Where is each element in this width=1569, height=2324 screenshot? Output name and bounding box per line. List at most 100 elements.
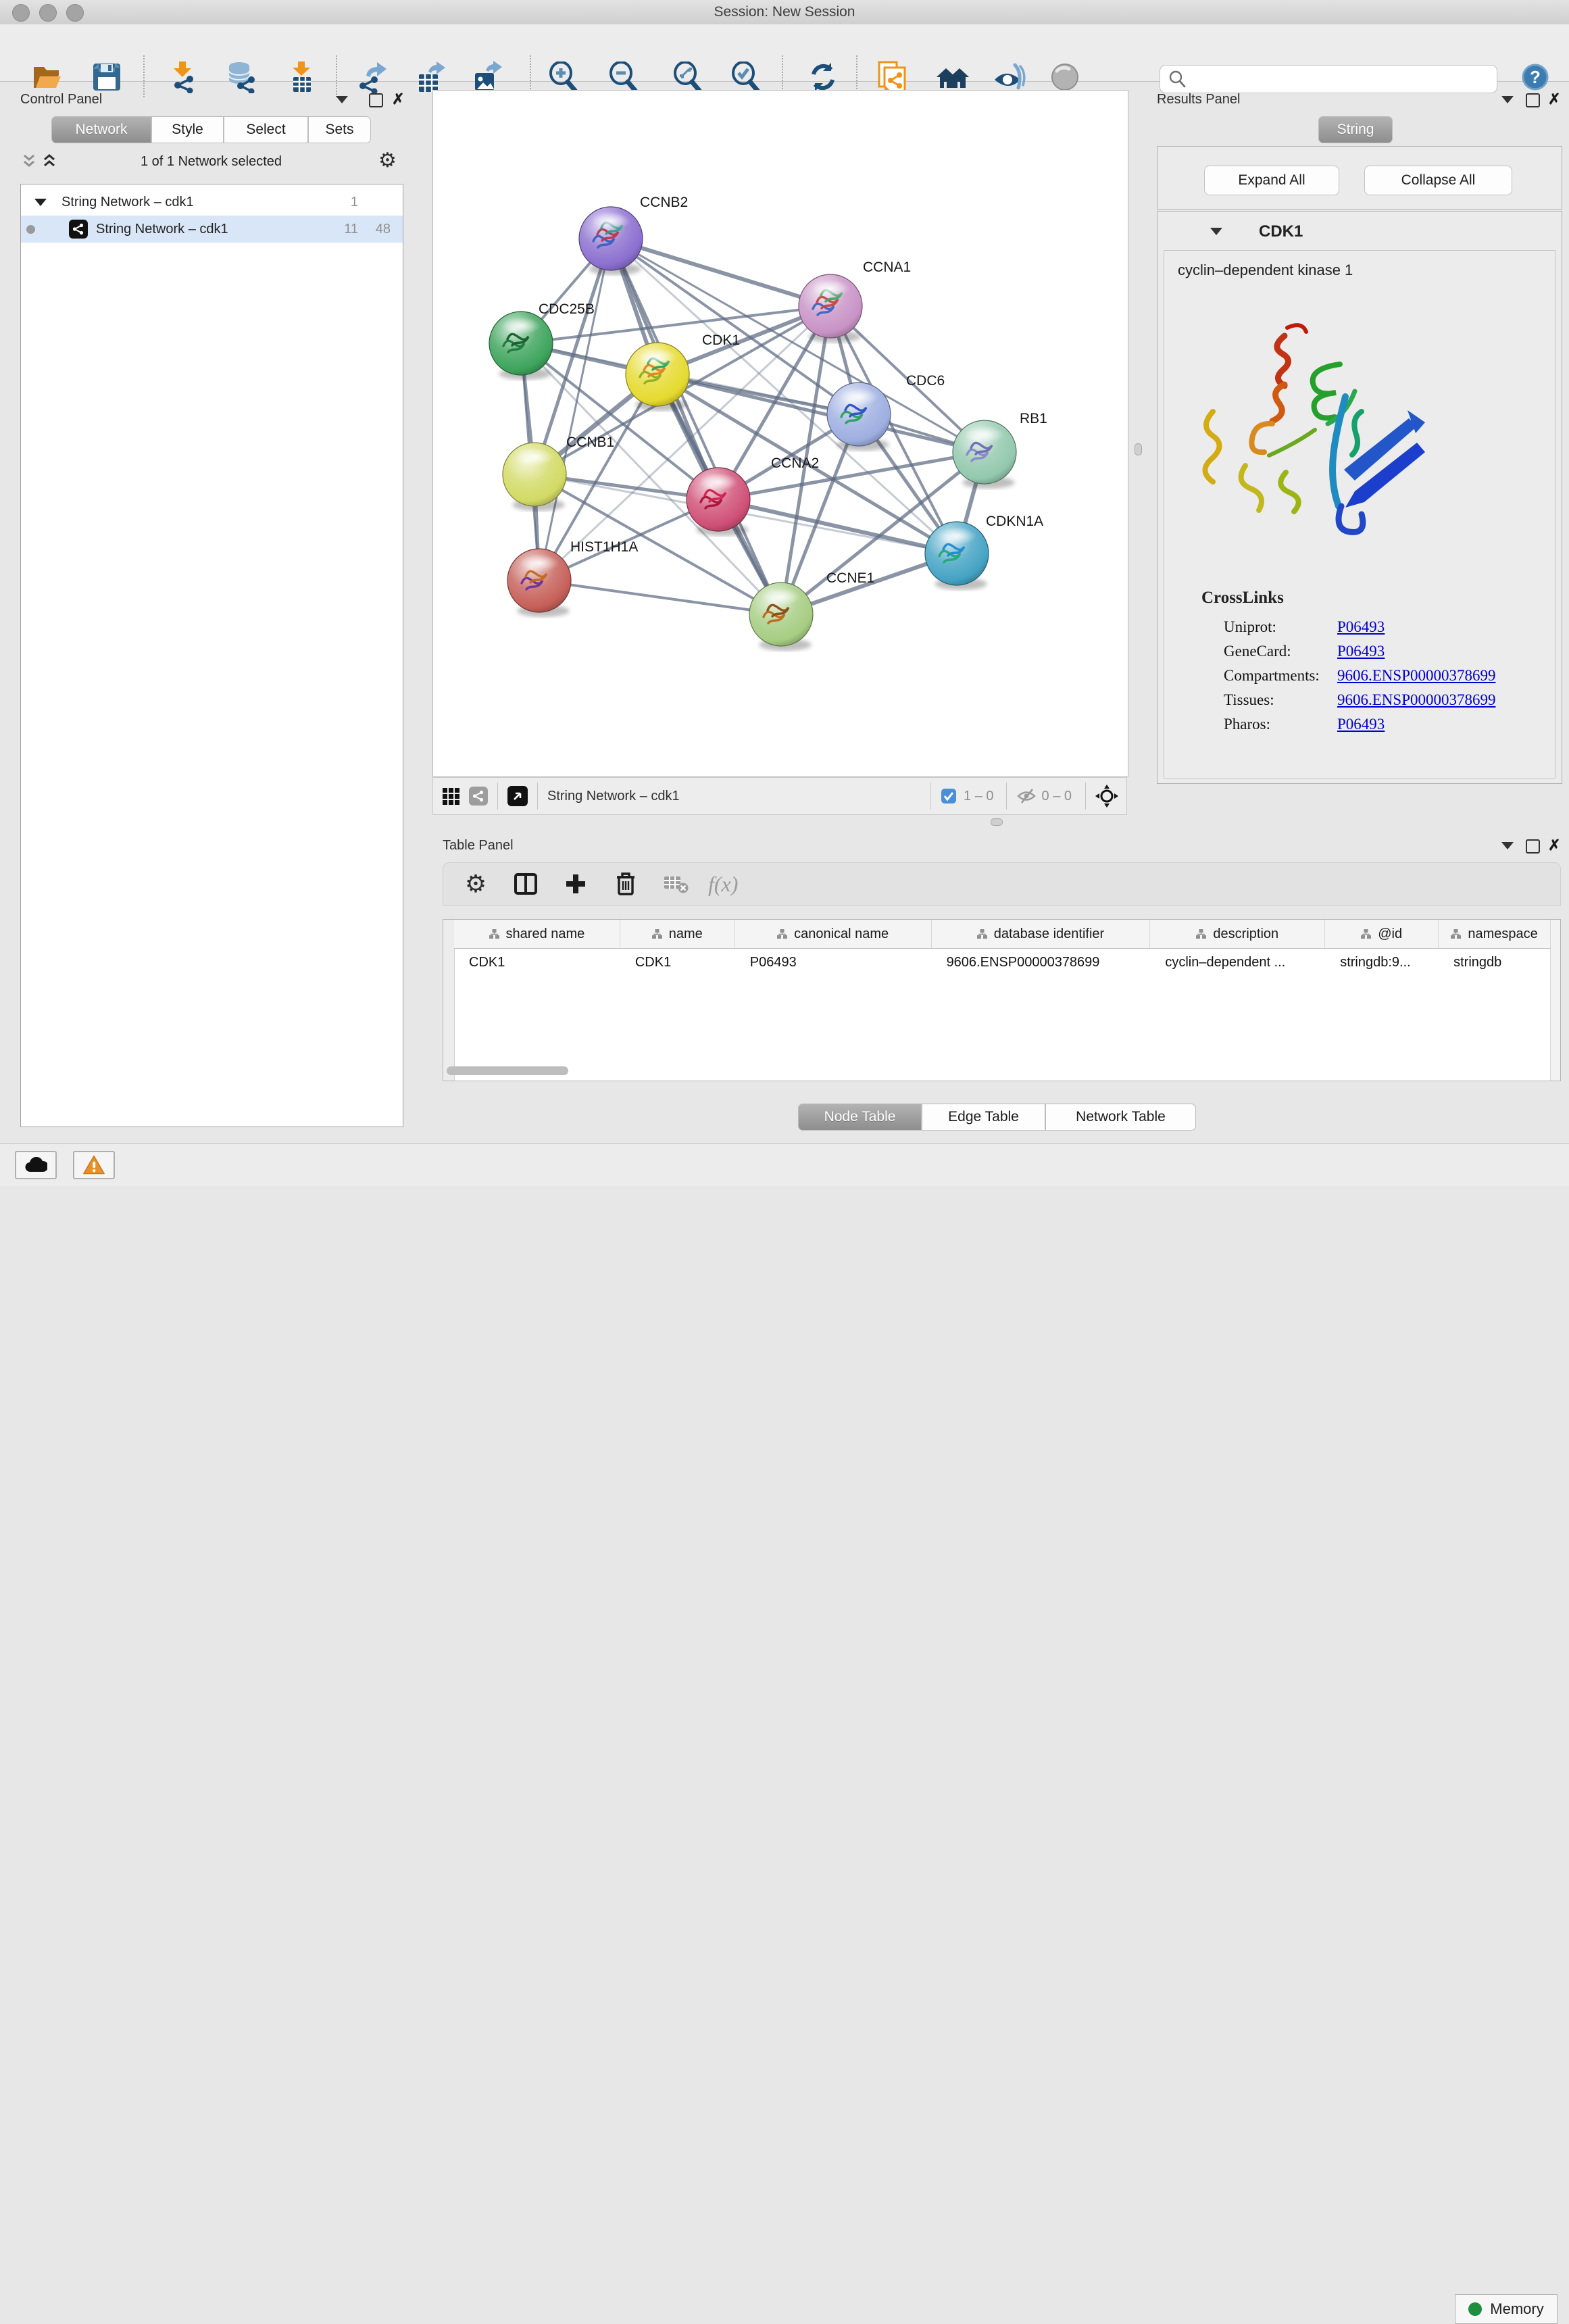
tab-string[interactable]: String — [1318, 116, 1393, 143]
column-header-canonical-name[interactable]: canonical name — [735, 920, 932, 948]
results-panel-maximize-icon[interactable] — [1526, 93, 1540, 107]
horizontal-splitter-handle[interactable] — [991, 818, 1003, 826]
results-panel-float-icon[interactable] — [1501, 96, 1514, 103]
crosslink-link[interactable]: 9606.ENSP00000378699 — [1337, 667, 1496, 685]
column-header-database-identifier[interactable]: database identifier — [932, 920, 1151, 948]
table-panel-float-icon[interactable] — [1501, 842, 1514, 849]
network-edge[interactable] — [539, 239, 611, 580]
network-node-CCNA1[interactable] — [799, 274, 862, 343]
tab-edge-table[interactable]: Edge Table — [922, 1104, 1045, 1131]
entry-description: cyclin–dependent kinase 1 — [1178, 262, 1353, 279]
expand-all-button[interactable]: Expand All — [1204, 166, 1339, 195]
network-node-RB1[interactable] — [953, 420, 1016, 489]
network-node-CCNB1[interactable] — [503, 443, 566, 511]
crosslink-link[interactable]: 9606.ENSP00000378699 — [1337, 691, 1496, 709]
table-cell[interactable]: CDK1 — [454, 948, 620, 976]
crosslink-label: Tissues: — [1224, 691, 1337, 709]
network-node-CDK1[interactable] — [626, 343, 689, 411]
hidden-eye-icon[interactable] — [1016, 788, 1037, 804]
network-edge[interactable] — [611, 239, 830, 306]
save-session-icon[interactable] — [89, 59, 124, 95]
results-panel-close-icon[interactable]: ✗ — [1548, 93, 1560, 105]
network-edge[interactable] — [539, 580, 781, 614]
column-header-label: canonical name — [794, 926, 889, 942]
import-table-from-file-icon[interactable] — [284, 59, 319, 95]
network-node-CCNE1[interactable] — [749, 583, 813, 651]
toolbar-separator — [143, 55, 145, 97]
tab-style[interactable]: Style — [151, 116, 224, 143]
tab-node-table[interactable]: Node Table — [798, 1104, 922, 1131]
search-icon — [1168, 70, 1186, 88]
network-node-count: 11 — [344, 222, 358, 237]
control-panel-maximize-icon[interactable] — [369, 93, 383, 107]
column-header-namespace[interactable]: namespace — [1439, 920, 1551, 948]
delete-column-icon[interactable] — [608, 866, 643, 901]
export-network-icon[interactable] — [355, 59, 391, 95]
control-panel-title: Control Panel — [20, 92, 102, 107]
column-selector-icon[interactable] — [508, 866, 543, 901]
tab-network[interactable]: Network — [51, 116, 151, 143]
network-node-CDKN1A[interactable] — [925, 522, 989, 590]
warnings-button[interactable] — [73, 1151, 115, 1179]
table-gear-icon[interactable]: ⚙ — [458, 866, 493, 901]
add-column-icon[interactable] — [558, 866, 593, 901]
crosslink-link[interactable]: P06493 — [1337, 618, 1385, 636]
column-header-name[interactable]: name — [620, 920, 735, 948]
column-header-label: shared name — [506, 926, 585, 942]
control-panel-float-icon[interactable] — [336, 96, 348, 103]
selected-checkbox-icon[interactable] — [941, 788, 957, 804]
network-edge[interactable] — [718, 499, 957, 553]
table-cell[interactable]: 9606.ENSP00000378699 — [932, 948, 1151, 976]
tab-sets[interactable]: Sets — [308, 116, 371, 143]
network-node-CDC6[interactable] — [827, 382, 891, 451]
column-header-label: database identifier — [994, 926, 1104, 942]
collection-expand-icon[interactable] — [34, 199, 47, 206]
table-cell[interactable]: cyclin–dependent ... — [1150, 948, 1325, 976]
table-cell[interactable]: stringdb:9... — [1325, 948, 1439, 976]
cloud-button[interactable] — [15, 1151, 57, 1179]
column-header-description[interactable]: description — [1150, 920, 1325, 948]
column-header--id[interactable]: @id — [1325, 920, 1439, 948]
vertical-splitter-handle[interactable] — [1135, 443, 1142, 455]
network-panel-gear-icon[interactable]: ⚙ — [378, 150, 397, 172]
control-panel-close-icon[interactable]: ✗ — [392, 93, 404, 105]
open-in-new-window-icon[interactable] — [507, 786, 528, 806]
table-row[interactable]: CDK1CDK1P064939606.ENSP00000378699cyclin… — [454, 948, 1551, 976]
entry-collapse-icon[interactable] — [1210, 228, 1222, 235]
network-node-HIST1H1A[interactable] — [507, 549, 571, 617]
collection-count: 1 — [351, 195, 358, 210]
table-panel-maximize-icon[interactable] — [1526, 839, 1540, 854]
hidden-counts: 0 – 0 — [1042, 789, 1072, 804]
share-network-icon[interactable] — [469, 787, 488, 806]
delete-table-icon[interactable] — [658, 866, 693, 901]
crosslink-link[interactable]: P06493 — [1337, 716, 1385, 733]
import-network-from-file-icon[interactable] — [166, 59, 201, 95]
search-input[interactable] — [1191, 67, 1497, 91]
crosslink-row: GeneCard:P06493 — [1224, 643, 1555, 660]
table-cell[interactable]: P06493 — [735, 948, 932, 976]
tab-network-table[interactable]: Network Table — [1045, 1104, 1196, 1131]
open-session-icon[interactable] — [30, 59, 65, 95]
memory-button[interactable]: Memory — [1455, 2294, 1558, 2324]
table-horizontal-scrollbar-thumb[interactable] — [447, 1066, 568, 1075]
crosslink-row: Pharos:P06493 — [1224, 716, 1555, 733]
function-builder-icon[interactable]: f(x) — [708, 866, 738, 901]
table-cell[interactable]: stringdb — [1439, 948, 1551, 976]
grid-icon[interactable] — [443, 788, 459, 805]
network-row-selected[interactable]: String Network – cdk1 11 48 — [21, 216, 403, 243]
import-network-from-database-icon[interactable] — [223, 59, 258, 95]
table-vertical-scrollbar[interactable] — [1550, 920, 1560, 1081]
tab-select[interactable]: Select — [224, 116, 308, 143]
network-edge[interactable] — [611, 239, 781, 614]
crosslinks-list: Uniprot:P06493GeneCard:P06493Compartment… — [1164, 612, 1555, 733]
network-canvas[interactable]: CCNB2CCNA1CDC25BCDK1CDC6RB1CCNB1CCNA2CDK… — [432, 90, 1128, 777]
table-panel-close-icon[interactable]: ✗ — [1548, 839, 1560, 851]
column-header-shared-name[interactable]: shared name — [454, 920, 620, 948]
table-cell[interactable]: CDK1 — [620, 948, 735, 976]
network-collection-row[interactable]: String Network – cdk1 1 — [21, 189, 403, 216]
collapse-all-button[interactable]: Collapse All — [1364, 166, 1512, 195]
help-icon[interactable]: ? — [1518, 59, 1553, 95]
network-node-CDC25B[interactable] — [489, 312, 553, 380]
crosslink-link[interactable]: P06493 — [1337, 643, 1385, 660]
birdseye-view-icon[interactable] — [1095, 785, 1118, 808]
